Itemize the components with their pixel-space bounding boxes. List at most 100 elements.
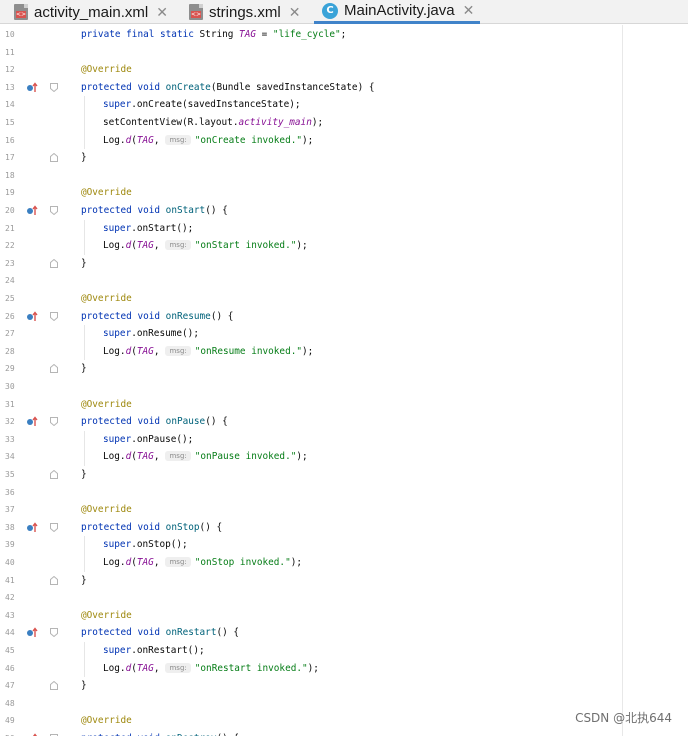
- code-text: super.onStart();: [103, 222, 194, 234]
- line-number: 24: [5, 276, 15, 286]
- tab-activity-main-xml[interactable]: <> activity_main.xml ✕: [14, 0, 168, 24]
- parameter-hint: msg:: [165, 240, 191, 251]
- code-text: Log.d(TAG, msg: "onResume invoked.");: [103, 345, 314, 357]
- code-text: protected void onResume() {: [81, 310, 234, 322]
- fold-end-icon[interactable]: [50, 153, 58, 163]
- overrides-method-icon[interactable]: [26, 310, 38, 322]
- code-line[interactable]: 15 setContentView(R.layout.activity_main)…: [0, 114, 688, 132]
- code-line[interactable]: 14 super.onCreate(savedInstanceState);: [0, 96, 688, 114]
- code-line[interactable]: 29}: [0, 360, 688, 378]
- line-number: 18: [5, 170, 15, 180]
- fold-end-icon[interactable]: [50, 681, 58, 691]
- line-number: 37: [5, 505, 15, 515]
- code-line[interactable]: 38 protected void onStop() {: [0, 519, 688, 537]
- fold-end-icon[interactable]: [50, 258, 58, 268]
- code-line[interactable]: 23}: [0, 255, 688, 273]
- fold-start-icon[interactable]: [50, 82, 58, 92]
- fold-start-icon[interactable]: [50, 206, 58, 215]
- close-tab-icon[interactable]: ✕: [463, 2, 475, 19]
- code-line[interactable]: 17}: [0, 149, 688, 167]
- code-line[interactable]: 37 @Override: [0, 501, 688, 519]
- code-line[interactable]: 36: [0, 484, 688, 502]
- code-line[interactable]: 18: [0, 167, 688, 185]
- code-text: protected void onStart() {: [81, 205, 228, 216]
- indent-guide: [84, 642, 85, 660]
- line-number: 19: [5, 188, 15, 198]
- overrides-method-icon[interactable]: [26, 205, 38, 216]
- line-number: 17: [5, 153, 15, 163]
- line-number: 11: [5, 47, 15, 57]
- code-line[interactable]: 10 private final static String TAG = "lif…: [0, 26, 688, 44]
- indent-guide: [84, 536, 85, 554]
- fold-start-icon[interactable]: [50, 628, 58, 638]
- code-text: }: [81, 574, 87, 586]
- code-line[interactable]: 16 Log.d(TAG, msg: "onCreate invoked.");: [0, 131, 688, 150]
- code-line[interactable]: 32 protected void onPause() {: [0, 413, 688, 431]
- line-number: 43: [5, 610, 15, 620]
- code-line[interactable]: 43 @Override: [0, 607, 688, 625]
- code-line[interactable]: 19 @Override: [0, 184, 688, 202]
- tab-strings-xml[interactable]: <> strings.xml ✕: [189, 0, 300, 24]
- code-line[interactable]: 31 @Override: [0, 396, 688, 414]
- fold-start-icon[interactable]: [50, 417, 58, 427]
- code-line[interactable]: 27 super.onResume();: [0, 325, 688, 343]
- code-line[interactable]: 42: [0, 589, 688, 607]
- code-line[interactable]: 50 protected void onDestroy() {: [0, 730, 688, 736]
- code-line[interactable]: 39 super.onStop();: [0, 536, 688, 554]
- code-line[interactable]: 46 Log.d(TAG, msg: "onRestart invoked.");: [0, 659, 688, 678]
- code-line[interactable]: 28 Log.d(TAG, msg: "onResume invoked.");: [0, 342, 688, 361]
- code-line[interactable]: 20 protected void onStart() {: [0, 202, 688, 220]
- indent-guide: [84, 325, 85, 343]
- code-text: Log.d(TAG, msg: "onStop invoked.");: [103, 557, 303, 568]
- code-line[interactable]: 21 super.onStart();: [0, 219, 688, 238]
- code-line[interactable]: 12 @Override: [0, 61, 688, 79]
- code-text: }: [81, 257, 87, 269]
- code-editor[interactable]: 10 private final static String TAG = "lif…: [0, 25, 688, 736]
- code-line[interactable]: 44 protected void onRestart() {: [0, 624, 688, 642]
- fold-end-icon[interactable]: [50, 364, 58, 374]
- code-text: private final static String TAG = "life_…: [81, 29, 347, 40]
- line-number: 45: [5, 646, 15, 655]
- overrides-method-icon[interactable]: [26, 416, 38, 427]
- close-tab-icon[interactable]: ✕: [289, 4, 301, 21]
- code-line[interactable]: 45 super.onRestart();: [0, 642, 688, 660]
- code-line[interactable]: 11: [0, 44, 688, 62]
- code-text: protected void onPause() {: [81, 416, 228, 428]
- indent-guide: [84, 114, 85, 132]
- code-line[interactable]: 34 Log.d(TAG, msg: "onPause invoked.");: [0, 448, 688, 466]
- fold-end-icon[interactable]: [50, 575, 58, 585]
- code-line[interactable]: 47}: [0, 677, 688, 695]
- overrides-method-icon[interactable]: [26, 522, 38, 533]
- code-line[interactable]: 26 protected void onResume() {: [0, 308, 688, 326]
- code-text: protected void onRestart() {: [81, 627, 240, 639]
- code-line[interactable]: 40 Log.d(TAG, msg: "onStop invoked.");: [0, 554, 688, 572]
- code-text: protected void onStop() {: [81, 521, 223, 533]
- line-number: 41: [5, 575, 15, 585]
- close-tab-icon[interactable]: ✕: [156, 4, 168, 21]
- indent-guide: [84, 554, 85, 572]
- overrides-method-icon[interactable]: [26, 627, 38, 638]
- indent-guide: [84, 342, 85, 361]
- code-line[interactable]: 24: [0, 272, 688, 290]
- tab-label: activity_main.xml: [34, 3, 149, 21]
- fold-start-icon[interactable]: [50, 311, 58, 321]
- tab-mainactivity-java[interactable]: C MainActivity.java ✕: [314, 0, 481, 24]
- tab-label: MainActivity.java: [344, 2, 455, 19]
- fold-start-icon[interactable]: [50, 522, 58, 532]
- line-number: 16: [5, 135, 15, 145]
- line-number: 46: [5, 663, 15, 673]
- fold-end-icon[interactable]: [50, 470, 58, 479]
- code-line[interactable]: 13 protected void onCreate(Bundle savedIn…: [0, 79, 688, 97]
- code-line[interactable]: 41}: [0, 572, 688, 590]
- code-line[interactable]: 33 super.onPause();: [0, 430, 688, 449]
- line-number: 36: [5, 487, 15, 497]
- code-line[interactable]: 25 @Override: [0, 290, 688, 308]
- line-number: 25: [5, 294, 15, 303]
- code-line[interactable]: 30: [0, 378, 688, 396]
- code-line[interactable]: 35}: [0, 466, 688, 484]
- line-number: 32: [5, 417, 15, 427]
- overrides-method-icon[interactable]: [26, 82, 38, 93]
- code-line[interactable]: 22 Log.d(TAG, msg: "onStart invoked.");: [0, 237, 688, 255]
- code-text: super.onPause();: [103, 433, 194, 445]
- line-number: 34: [5, 452, 15, 462]
